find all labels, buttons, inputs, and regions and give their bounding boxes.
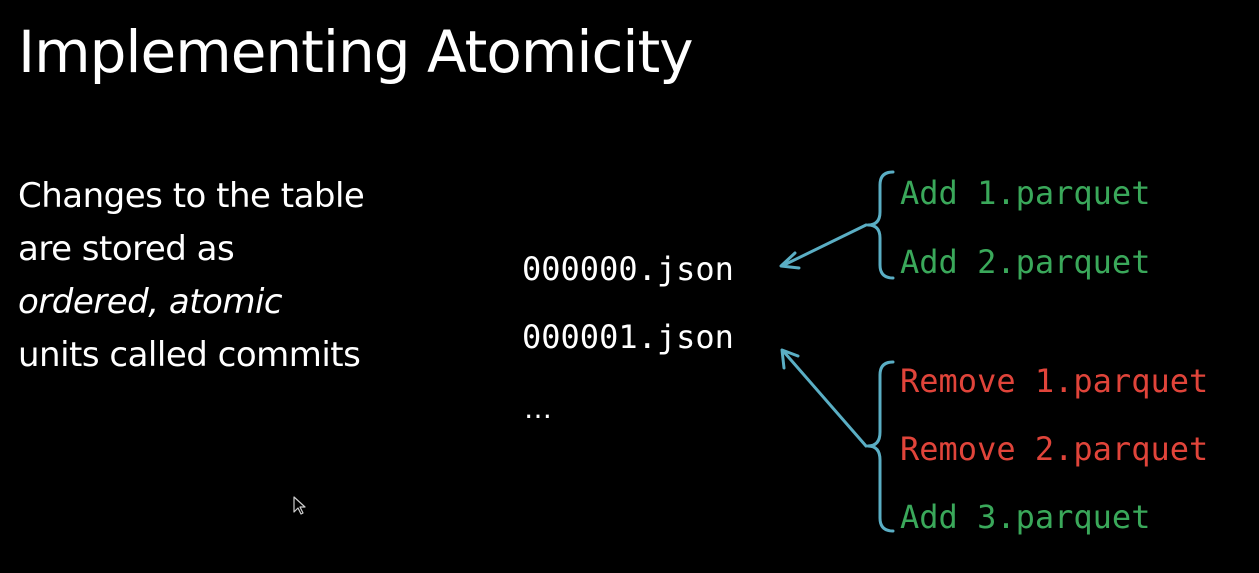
commit-1-action-3: Add 3.parquet (900, 498, 1151, 536)
description-line-3: ordered, atomic (18, 282, 283, 322)
commit-1-arrow (780, 348, 868, 448)
commit-0-action-2: Add 2.parquet (900, 243, 1151, 281)
commit-file-0: 000000.json (522, 250, 734, 288)
commit-1-action-2: Remove 2.parquet (900, 430, 1209, 468)
commit-0-action-1: Add 1.parquet (900, 174, 1151, 212)
slide: Implementing Atomicity Changes to the ta… (0, 0, 1259, 573)
mouse-pointer-icon (293, 496, 306, 515)
description-line-4: units called commits (18, 335, 361, 375)
slide-description: Changes to the table are stored as order… (18, 170, 365, 382)
commit-file-1: 000001.json (522, 318, 734, 356)
commit-0-bracket (866, 170, 895, 280)
commit-0-arrow (779, 223, 868, 270)
description-line-1: Changes to the table (18, 176, 365, 216)
commit-1-bracket (866, 360, 895, 533)
more-files-ellipsis: … (524, 392, 552, 425)
description-line-2: are stored as (18, 229, 235, 269)
slide-title: Implementing Atomicity (18, 18, 694, 86)
commit-1-action-1: Remove 1.parquet (900, 362, 1209, 400)
